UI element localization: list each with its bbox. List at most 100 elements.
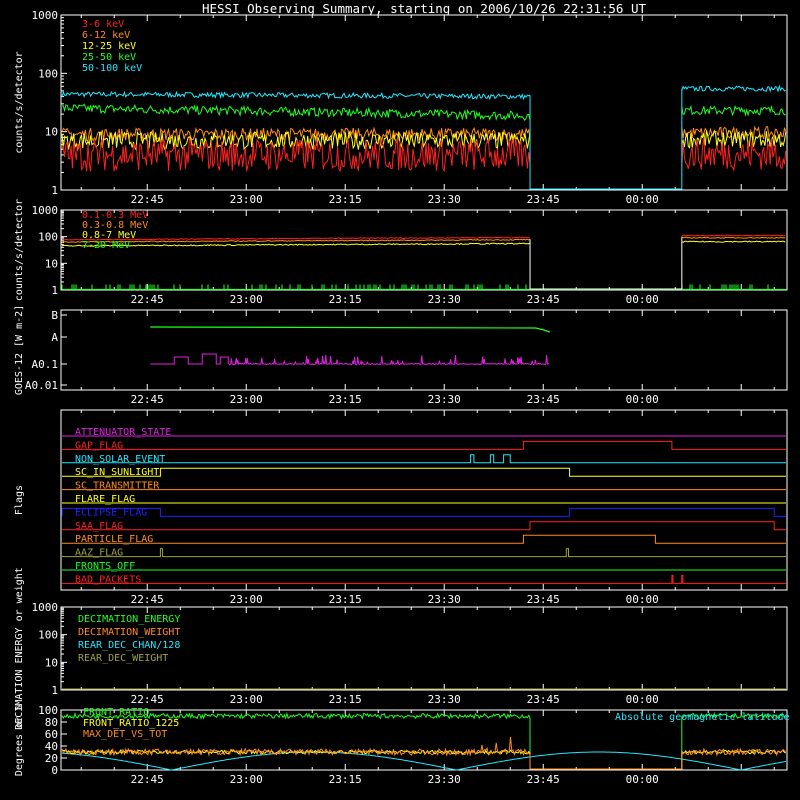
y-tick-label: 1000	[32, 9, 59, 22]
observing-summary-chart: HESSI Observing Summary, starting on 200…	[14, 1, 790, 786]
y-axis-label: counts/s/detector	[14, 51, 25, 153]
time-tick-label: 00:00	[626, 693, 659, 706]
time-tick-label: 00:00	[626, 593, 659, 606]
y-tick-label: A0.1	[32, 358, 59, 371]
time-tick-label: 23:00	[230, 393, 263, 406]
flag-label: ECLIPSE_FLAG	[75, 507, 147, 518]
y-axis-label: Degrees or %	[14, 704, 25, 776]
time-tick-label: 23:30	[428, 393, 461, 406]
legend-entry: 7-20 MeV	[82, 240, 130, 251]
legend-entry: REAR_DEC_CHAN/128	[78, 640, 180, 651]
panel-3-frame	[60, 309, 788, 391]
series-line	[61, 234, 786, 241]
y-tick-label: 10	[45, 257, 58, 270]
panel-2-frame	[60, 209, 788, 291]
legend-entry: 6-12 keV	[82, 30, 130, 41]
flag-label: FLARE_FLAG	[75, 494, 135, 505]
time-tick-label: 22:45	[131, 693, 164, 706]
time-tick-label: 23:00	[230, 593, 263, 606]
flag-saa-flag-line	[62, 521, 786, 531]
y-tick-label: 100	[38, 704, 58, 717]
y-tick-label: B	[51, 309, 58, 322]
chart-title: HESSI Observing Summary, starting on 200…	[202, 1, 646, 16]
y-tick-label: 100	[38, 231, 58, 244]
time-tick-label: 23:15	[329, 773, 362, 786]
y-tick-label: 10	[45, 126, 58, 139]
flag-aaz-flag-line	[62, 548, 786, 558]
geomagnetic-latitude-annotation: Absolute geomagnetic latitude	[615, 712, 790, 723]
time-tick-label: 23:45	[527, 193, 560, 206]
flag-label: FRONTS_OFF	[75, 561, 135, 572]
time-tick-label: 00:00	[626, 393, 659, 406]
flag-non-solar-event-line	[62, 454, 786, 464]
time-tick-label: 23:30	[428, 593, 461, 606]
legend-entry: 50-100 keV	[82, 63, 142, 74]
time-tick-label: 00:00	[626, 773, 659, 786]
legend-entry: REAR_DEC_WEIGHT	[78, 653, 168, 664]
y-tick-label: 20	[45, 752, 58, 765]
y-tick-label: 40	[45, 740, 58, 753]
y-axis-label: Flags	[14, 485, 25, 515]
y-tick-label: 1000	[32, 601, 59, 614]
flag-particle-flag-line	[62, 534, 786, 544]
time-tick-label: 23:15	[329, 293, 362, 306]
y-tick-label: 1	[51, 284, 58, 297]
flag-eclipse-flag-line	[61, 507, 786, 517]
data-gap-line	[529, 88, 683, 190]
time-tick-label: 23:30	[428, 293, 461, 306]
flag-label: GAP_FLAG	[75, 440, 123, 451]
time-tick-label: 22:45	[131, 773, 164, 786]
time-tick-label: 23:15	[329, 693, 362, 706]
flag-label: PARTICLE_FLAG	[75, 534, 153, 545]
time-tick-label: 23:45	[527, 293, 560, 306]
time-tick-label: 22:45	[131, 393, 164, 406]
series-25-50-kev-line	[62, 103, 786, 121]
time-tick-label: 23:00	[230, 693, 263, 706]
y-axis-label: GOES-12 [W m-2]	[14, 305, 25, 395]
y-tick-label: 1000	[32, 204, 59, 217]
y-tick-label: 80	[45, 716, 58, 729]
geomagnetic-latitude-line	[61, 751, 787, 771]
flag-sc-in-sunlight-line	[62, 467, 786, 477]
legend-entry: 25-50 keV	[82, 52, 136, 63]
time-tick-label: 23:45	[527, 393, 560, 406]
flag-label: BAD_PACKETS	[75, 574, 141, 585]
y-tick-label: 0	[51, 764, 58, 777]
flag-gap-flag-line	[62, 440, 786, 450]
y-tick-label: A	[51, 331, 58, 344]
time-tick-label: 23:00	[230, 193, 263, 206]
panels: 22:45 23:00 23:15 23:30 23:45 00:001101001000…	[14, 9, 790, 786]
data-gap-line	[529, 236, 683, 290]
flag-label: AAZ_FLAG	[75, 548, 123, 559]
time-tick-label: 23:30	[428, 693, 461, 706]
time-tick-label: 22:45	[131, 593, 164, 606]
flag-label: SAA_FLAG	[75, 521, 123, 532]
legend-entry: FRONT_RATIO	[83, 707, 149, 718]
time-tick-label: 23:15	[329, 393, 362, 406]
time-tick-label: 23:45	[527, 593, 560, 606]
time-tick-label: 23:45	[527, 773, 560, 786]
y-tick-label: 1	[51, 684, 58, 697]
legend-entry: MAX_DET_VS_TOT	[83, 729, 167, 740]
time-tick-label: 22:45	[131, 293, 164, 306]
goes-long-channel-line	[150, 326, 551, 333]
time-tick-label: 22:45	[131, 193, 164, 206]
flag-label: ATTENUATOR_STATE	[75, 427, 171, 438]
time-tick-label: 00:00	[626, 193, 659, 206]
legend-entry: 12-25 keV	[82, 41, 136, 52]
y-tick-label: 100	[38, 67, 58, 80]
y-tick-label: 100	[38, 629, 58, 642]
y-tick-label: 60	[45, 728, 58, 741]
legend-entry: DECIMATION_ENERGY	[78, 614, 180, 625]
flag-label: SC_TRANSMITTER	[75, 481, 160, 492]
goes-short-channel-line	[150, 353, 550, 366]
legend-entry: FRONT_RATIO_1225	[83, 718, 179, 729]
legend-entry: 3-6 keV	[82, 19, 124, 30]
y-tick-label: 10	[45, 656, 58, 669]
time-tick-label: 23:00	[230, 293, 263, 306]
time-tick-label: 23:15	[329, 193, 362, 206]
time-tick-label: 23:45	[527, 693, 560, 706]
time-tick-label: 23:15	[329, 593, 362, 606]
time-tick-label: 00:00	[626, 293, 659, 306]
flag-label: SC_IN_SUNLIGHT	[75, 467, 159, 478]
